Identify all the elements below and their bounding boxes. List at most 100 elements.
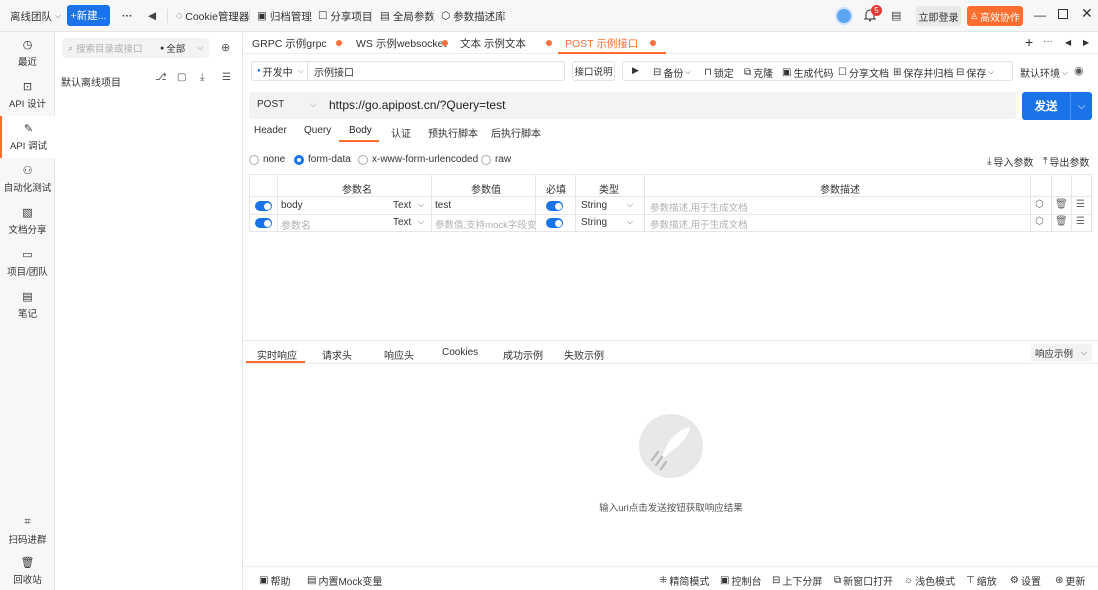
nav-item-note[interactable]: ▤ 笔记 bbox=[0, 284, 55, 326]
resp-tab-fail[interactable]: 失败示例 bbox=[564, 347, 604, 362]
simple-mode-button[interactable]: ⁜ 精简模式 bbox=[659, 573, 709, 588]
maximize-button[interactable] bbox=[1058, 9, 1068, 19]
param-desc-input[interactable]: 参数描述,用于生成文档 bbox=[650, 217, 748, 231]
backup-button[interactable]: ⊟ 备份 ⌵ bbox=[653, 65, 691, 80]
drag-handle-icon[interactable]: ☰ bbox=[1076, 216, 1085, 227]
new-window-button[interactable]: ⧉ 新窗口打开 bbox=[834, 573, 893, 588]
nav-item-trash[interactable]: 🗑 回收站 bbox=[0, 550, 55, 590]
nav-item-qr[interactable]: ⌗ 扫码进群 bbox=[0, 510, 55, 552]
resp-tab-live[interactable]: 实时响应 bbox=[257, 347, 297, 362]
nav-item-recent[interactable]: ◷ 最近 bbox=[0, 32, 55, 74]
tree-search[interactable]: ⌕ 搜索目录或接口 ● 全部 ⌵ bbox=[62, 38, 209, 58]
nav-item-automation[interactable]: ⚇ 自动化测试 bbox=[0, 158, 55, 200]
sort-icon[interactable]: ☰ bbox=[222, 72, 231, 83]
eye-icon[interactable]: ◉ bbox=[1074, 64, 1084, 77]
url-input[interactable]: https://go.apipost.cn/?Query=test bbox=[329, 98, 505, 112]
param-value-input[interactable]: test bbox=[435, 200, 451, 211]
add-api-icon[interactable]: ⎇ bbox=[155, 72, 167, 83]
nav-item-api-design[interactable]: ⊡ API 设计 bbox=[0, 74, 55, 116]
param-name-input[interactable]: 参数名 bbox=[281, 217, 311, 232]
console-button[interactable]: ▣ 控制台 bbox=[720, 573, 761, 588]
collapse-left-icon[interactable]: ◀ bbox=[148, 7, 156, 25]
lock-button[interactable]: ⊓ 锁定 bbox=[704, 65, 734, 80]
resp-tab-resp-headers[interactable]: 响应头 bbox=[384, 347, 414, 362]
new-button[interactable]: +新建... bbox=[67, 5, 110, 26]
clone-button[interactable]: ⧉ 克隆 bbox=[744, 65, 773, 80]
subtab-auth[interactable]: 认证 bbox=[391, 125, 411, 140]
mock-vars-button[interactable]: ▤ 内置Mock变量 bbox=[307, 573, 382, 588]
add-tab-icon[interactable]: + bbox=[1025, 34, 1033, 50]
zoom-button[interactable]: ⊤ 缩放 bbox=[966, 573, 997, 588]
export-params-button[interactable]: ⤒ 导出参数 bbox=[1043, 154, 1089, 169]
add-folder-icon[interactable]: ▢ bbox=[177, 72, 186, 83]
tab-websocket[interactable]: WS 示例websocket bbox=[356, 32, 446, 54]
drag-handle-icon[interactable]: ☰ bbox=[1076, 199, 1085, 210]
send-button[interactable]: 发送 bbox=[1022, 92, 1070, 120]
status-select[interactable]: ● 开发中 ⌵ bbox=[251, 61, 307, 81]
subtab-pre-script[interactable]: 预执行脚本 bbox=[428, 125, 478, 140]
nav-item-project-team[interactable]: ▭ 项目/团队 bbox=[0, 242, 55, 284]
filter-select[interactable]: ● 全部 ⌵ bbox=[160, 41, 203, 55]
param-desc-input[interactable]: 参数描述,用于生成文档 bbox=[650, 200, 748, 214]
resp-tab-req-headers[interactable]: 请求头 bbox=[322, 347, 352, 362]
feedback-icon[interactable]: ▤ bbox=[891, 9, 901, 22]
radio-form-data[interactable]: form-data bbox=[294, 154, 351, 165]
radio-raw[interactable]: raw bbox=[481, 154, 511, 165]
field-type-select[interactable]: Text bbox=[393, 217, 411, 228]
param-name-input[interactable]: body bbox=[281, 200, 303, 211]
delete-icon[interactable]: 🗑 bbox=[1055, 216, 1068, 227]
delete-icon[interactable]: 🗑 bbox=[1055, 199, 1068, 210]
team-selector[interactable]: 离线团队 ⌵ bbox=[10, 7, 61, 25]
request-name-input[interactable]: 示例接口 bbox=[307, 61, 565, 81]
required-toggle[interactable] bbox=[546, 218, 563, 228]
env-select[interactable]: 默认环境 ⌵ bbox=[1020, 65, 1068, 81]
resp-tab-success[interactable]: 成功示例 bbox=[503, 347, 543, 362]
locate-icon[interactable]: ⊕ bbox=[221, 41, 230, 54]
global-params-button[interactable]: ▤ 全局参数 bbox=[380, 7, 435, 25]
param-desc-button[interactable]: ⬡ 参数描述库 bbox=[441, 7, 506, 25]
avatar[interactable] bbox=[835, 7, 853, 25]
required-toggle[interactable] bbox=[546, 201, 563, 211]
collab-button[interactable]: ♙ 高效协作 bbox=[967, 6, 1023, 26]
help-button[interactable]: ▣ 帮助 bbox=[259, 573, 290, 588]
tab-grpc[interactable]: GRPC 示例grpc bbox=[252, 32, 327, 54]
row-enable-toggle[interactable] bbox=[255, 218, 272, 228]
method-select[interactable]: POST ⌵ bbox=[257, 99, 316, 110]
tab-text[interactable]: 文本 示例文本 bbox=[460, 32, 526, 54]
resp-example-select[interactable]: 响应示例 ⌵ bbox=[1031, 344, 1092, 362]
cookie-manager-button[interactable]: ◌ Cookie管理器 bbox=[176, 7, 249, 25]
update-button[interactable]: ⊛ 更新 bbox=[1055, 573, 1085, 588]
radio-none[interactable]: none bbox=[249, 154, 285, 165]
resp-tab-cookies[interactable]: Cookies bbox=[442, 347, 478, 358]
split-button[interactable]: ⊟ 上下分屏 bbox=[772, 573, 822, 588]
field-type-select[interactable]: Text bbox=[393, 200, 411, 211]
param-value-input[interactable]: 参数值,支持mock字段变 bbox=[435, 217, 536, 231]
share-doc-button[interactable]: ☐ 分享文档 bbox=[838, 65, 889, 80]
share-project-button[interactable]: ☐ 分享项目 bbox=[318, 7, 372, 25]
tab-post[interactable]: POST 示例接口 bbox=[565, 32, 638, 54]
send-options-button[interactable]: ⌵ bbox=[1070, 92, 1092, 120]
login-button[interactable]: 立即登录 bbox=[916, 6, 961, 26]
settings-button[interactable]: ⚙ 设置 bbox=[1010, 573, 1041, 588]
archive-button[interactable]: ▣ 归档管理 bbox=[257, 7, 312, 25]
subtab-header[interactable]: Header bbox=[254, 125, 287, 136]
cube-icon[interactable]: ⬡ bbox=[1035, 216, 1044, 227]
nav-item-doc-share[interactable]: ▧ 文档分享 bbox=[0, 200, 55, 242]
api-doc-button[interactable]: 接口说明 bbox=[572, 61, 615, 81]
radio-urlencoded[interactable]: x-www-form-urlencoded bbox=[358, 154, 478, 165]
tab-next-icon[interactable]: ▶ bbox=[1083, 38, 1089, 47]
tab-prev-icon[interactable]: ◀ bbox=[1065, 38, 1071, 47]
subtab-post-script[interactable]: 后执行脚本 bbox=[491, 125, 541, 140]
import-params-button[interactable]: ⤓ 导入参数 bbox=[987, 154, 1033, 169]
row-enable-toggle[interactable] bbox=[255, 201, 272, 211]
cube-icon[interactable]: ⬡ bbox=[1035, 199, 1044, 210]
nav-item-api-debug[interactable]: ✎ API 调试 bbox=[0, 116, 55, 158]
import-icon[interactable]: ⤓ bbox=[200, 72, 204, 83]
minimize-button[interactable]: — bbox=[1034, 8, 1046, 22]
theme-button[interactable]: ☼ 浅色模式 bbox=[904, 573, 955, 588]
run-button[interactable]: ▶ bbox=[632, 65, 639, 76]
subtab-body[interactable]: Body bbox=[349, 125, 372, 136]
more-menu[interactable]: ··· bbox=[122, 7, 133, 25]
subtab-query[interactable]: Query bbox=[304, 125, 331, 136]
project-name[interactable]: 默认离线项目 bbox=[61, 74, 121, 89]
